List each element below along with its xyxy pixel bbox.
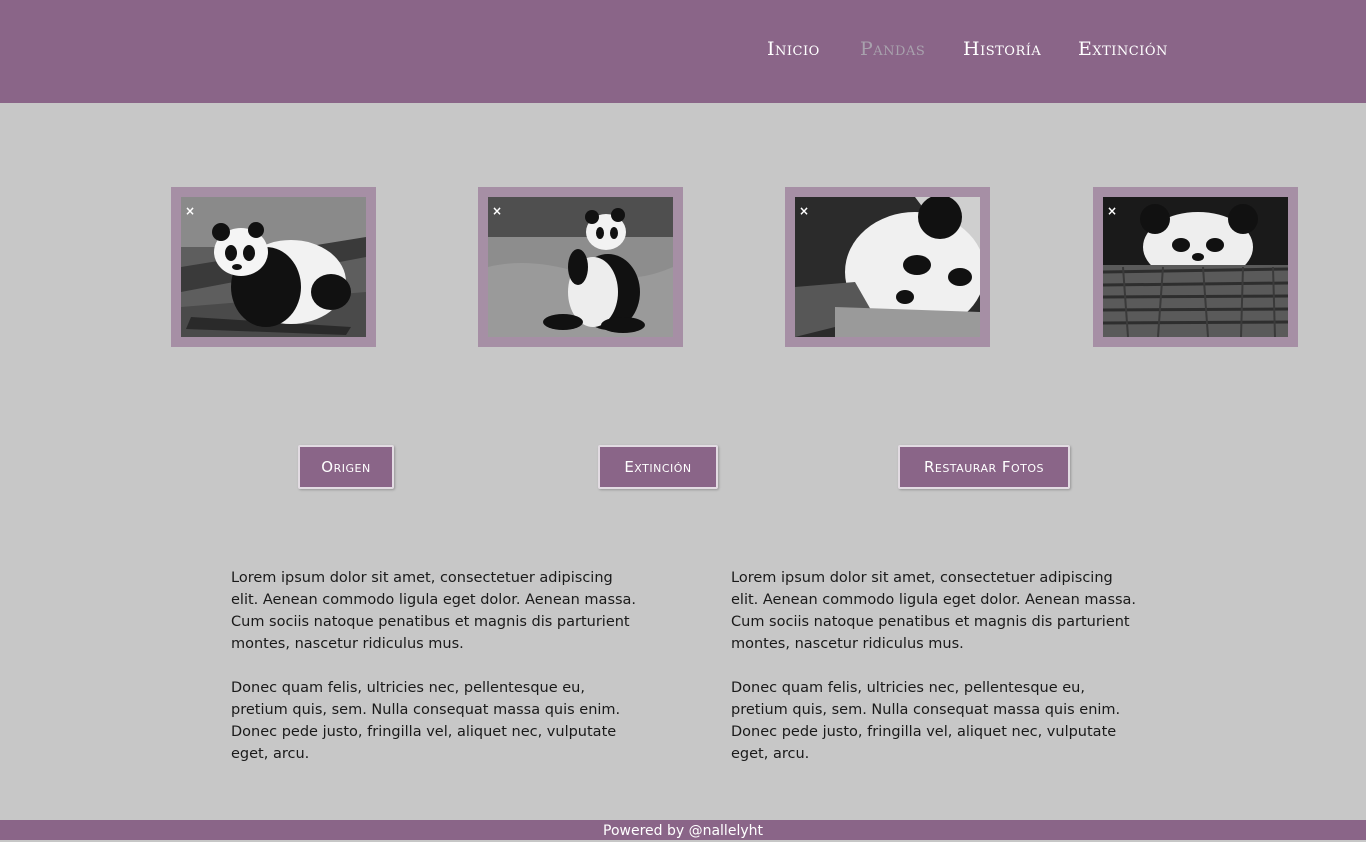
nav-item-extincion[interactable]: Extinción (1078, 38, 1168, 60)
panda-peeking-image (1103, 197, 1288, 337)
panda-closeup-image (795, 197, 980, 337)
paragraph-2: Donec quam felis, ultricies nec, pellent… (731, 680, 1121, 762)
origen-button[interactable]: Origen (298, 445, 394, 489)
nav-item-inicio[interactable]: Inicio (767, 38, 820, 60)
text-column-right: Lorem ipsum dolor sit amet, consectetuer… (731, 567, 1141, 787)
top-header: Inicio Pandas Historía Extinción (0, 0, 1366, 103)
restaurar-fotos-button[interactable]: Restaurar Fotos (898, 445, 1070, 489)
panda-photo-2: × (488, 197, 673, 337)
photo-card-2: × (478, 187, 683, 347)
close-icon[interactable]: × (1106, 205, 1118, 217)
extincion-button[interactable]: Extinción (598, 445, 718, 489)
footer: Powered by @nallelyht (0, 820, 1366, 840)
text-column-left: Lorem ipsum dolor sit amet, consectetuer… (231, 567, 641, 787)
photo-card-4: × (1093, 187, 1298, 347)
panda-photo-3: × (795, 197, 980, 337)
panda-sitting-image (488, 197, 673, 337)
paragraph-1: Lorem ipsum dolor sit amet, consectetuer… (231, 570, 637, 652)
panda-photo-1: × (181, 197, 366, 337)
footer-credit: Powered by @nallelyht (603, 823, 763, 839)
panda-branch-image (181, 197, 366, 337)
close-icon[interactable]: × (798, 205, 810, 217)
close-icon[interactable]: × (491, 205, 503, 217)
panda-photo-4: × (1103, 197, 1288, 337)
paragraph-1: Lorem ipsum dolor sit amet, consectetuer… (731, 570, 1137, 652)
paragraph-2: Donec quam felis, ultricies nec, pellent… (231, 680, 621, 762)
photo-card-1: × (171, 187, 376, 347)
photo-card-3: × (785, 187, 990, 347)
nav-item-historia[interactable]: Historía (963, 38, 1041, 60)
nav-item-pandas[interactable]: Pandas (860, 38, 925, 60)
main-nav: Inicio Pandas Historía Extinción (0, 38, 1366, 64)
close-icon[interactable]: × (184, 205, 196, 217)
